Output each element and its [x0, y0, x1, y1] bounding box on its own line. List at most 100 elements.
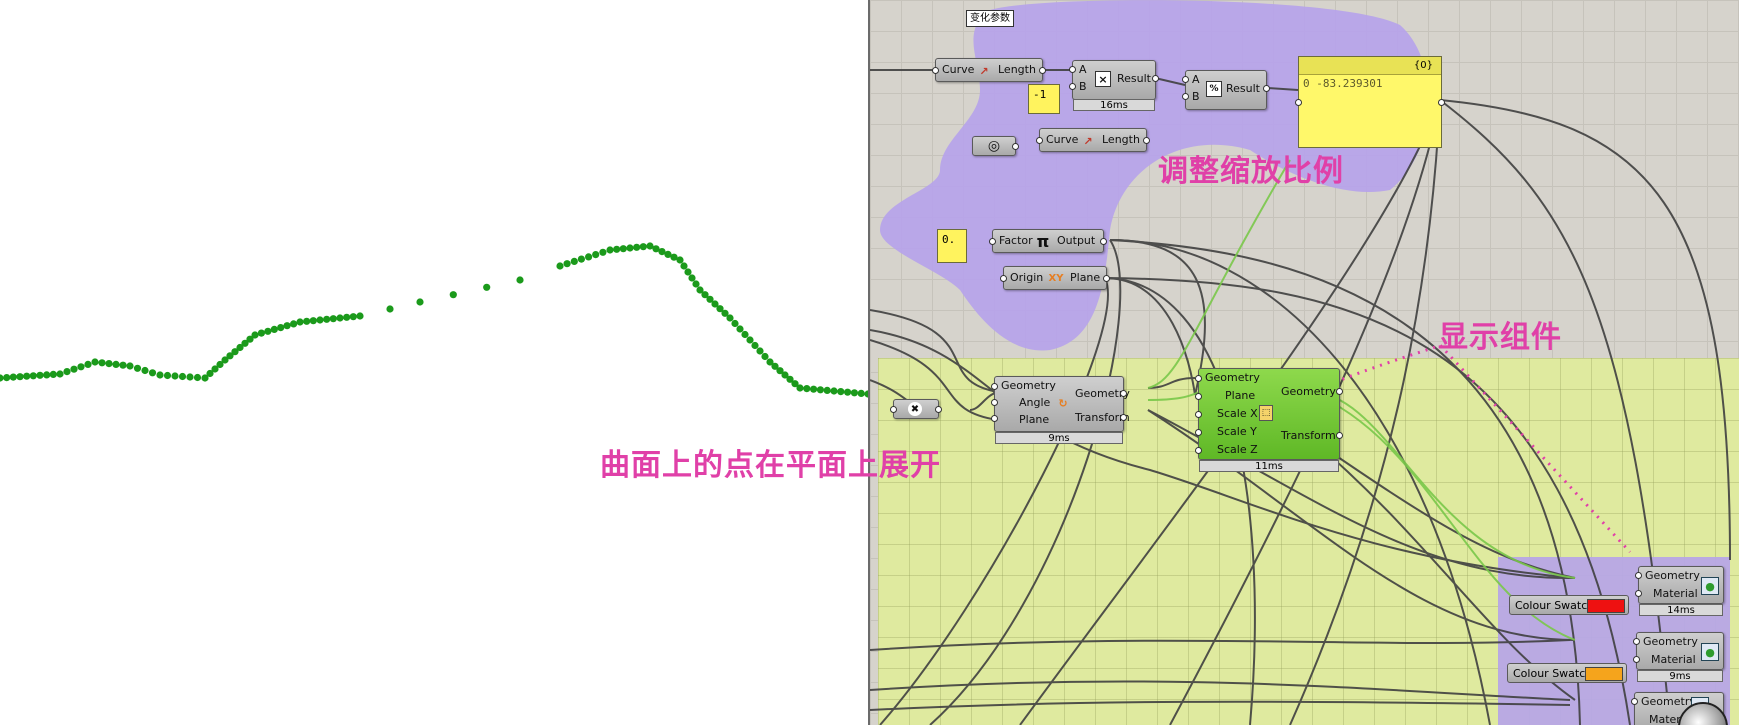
swatch-red-label: Colour Swatch [1515, 599, 1595, 612]
rotate-in-angle-label: Angle [1019, 396, 1051, 409]
rotate-component[interactable]: Geometry Angle Plane ↻ Geometry Transfor… [991, 376, 1130, 432]
curve-point [270, 325, 278, 333]
curve-point [613, 245, 621, 253]
scale-geometry-port[interactable] [1195, 375, 1202, 382]
curve-point [816, 386, 825, 394]
scale-y-port[interactable] [1195, 429, 1202, 436]
rotate-transform-out-port[interactable] [1120, 414, 1127, 421]
scale-in-geometry-label: Geometry [1205, 371, 1260, 384]
preview2-timer-text: 9ms [1669, 671, 1691, 682]
annotation-display: 显示组件 [1438, 312, 1562, 356]
colour-swatch-orange[interactable]: Colour Swatch [1507, 663, 1627, 683]
curve-point [416, 298, 424, 306]
multiply-timer: 16ms [1073, 99, 1155, 111]
scale-z-port[interactable] [1195, 447, 1202, 454]
curve-point [171, 372, 179, 380]
curve-point [283, 322, 291, 330]
scale-out-geometry-label: Geometry [1281, 385, 1336, 398]
curve-parameter[interactable]: ◎ [972, 136, 1019, 156]
multiply-timer-text: 16ms [1100, 100, 1128, 111]
xy-output-port[interactable] [1103, 275, 1110, 282]
length2-input-port[interactable] [1036, 137, 1043, 144]
preview1-material-label: Material [1653, 587, 1698, 600]
point-param-input-port[interactable] [890, 406, 897, 413]
number-slider-factor[interactable]: 0. [937, 229, 967, 263]
panel-output-port[interactable] [1438, 99, 1445, 106]
multiply-b-port[interactable] [1069, 83, 1076, 90]
preview2-material-port[interactable] [1633, 656, 1640, 663]
number-slider-negative[interactable]: -1 [1028, 84, 1060, 114]
output-panel[interactable]: {0} 0 -83.239301 [1295, 56, 1445, 148]
division-a-port[interactable] [1182, 76, 1189, 83]
curve-length-component-2[interactable]: Curve ↗ Length [1036, 128, 1150, 152]
scale-x-port[interactable] [1195, 411, 1202, 418]
curve-point [684, 268, 692, 276]
rotate-icon: ↻ [1058, 396, 1068, 410]
curve-point [251, 331, 259, 339]
curve-point [676, 256, 684, 264]
custom-preview-1[interactable]: Geometry Material ● [1635, 566, 1724, 604]
curve-point [606, 246, 614, 254]
division-output-port[interactable] [1263, 85, 1270, 92]
preview2-geometry-port[interactable] [1633, 638, 1640, 645]
rhino-viewport[interactable] [0, 0, 868, 725]
scale-in-y-label: Scale Y [1217, 425, 1257, 438]
preview1-geometry-port[interactable] [1635, 572, 1642, 579]
scale-plane-port[interactable] [1195, 393, 1202, 400]
curve-point [516, 276, 524, 284]
preview3-geometry-port[interactable] [1631, 698, 1638, 705]
curve-point [56, 370, 64, 378]
multiply-a-port[interactable] [1069, 66, 1076, 73]
curve-point [619, 245, 627, 253]
point-parameter[interactable]: ✖ [890, 399, 942, 419]
point-param-icon: ✖ [908, 402, 922, 416]
curve-point [63, 368, 71, 376]
preview2-material-label: Material [1651, 653, 1696, 666]
curve-point [9, 373, 17, 381]
xy-plane-component[interactable]: Origin XY Plane [1000, 266, 1110, 290]
pi-input-port[interactable] [989, 238, 996, 245]
length-icon: ↗ [979, 64, 989, 78]
curve-point [850, 389, 859, 397]
preview1-material-port[interactable] [1635, 590, 1642, 597]
rotate-plane-port[interactable] [991, 415, 998, 422]
length2-output-port[interactable] [1143, 137, 1150, 144]
scale-nu-component[interactable]: Geometry Plane Scale X Scale Y Scale Z ⬚… [1195, 368, 1343, 460]
scale-transform-out-port[interactable] [1336, 432, 1343, 439]
length-output-port[interactable] [1039, 67, 1046, 74]
custom-preview-2[interactable]: Geometry Material ● [1633, 632, 1724, 670]
length-input-port[interactable] [932, 67, 939, 74]
division-b-port[interactable] [1182, 93, 1189, 100]
pi-output-port[interactable] [1100, 238, 1107, 245]
panel-row: 0 -83.239301 [1303, 77, 1382, 90]
division-component[interactable]: A B % Result [1182, 70, 1270, 110]
length2-input-label: Curve [1046, 133, 1079, 146]
rotate-geometry-out-port[interactable] [1120, 390, 1127, 397]
multiply-component[interactable]: A B × Result [1069, 60, 1159, 100]
colour-swatch-red[interactable]: Colour Swatch [1509, 595, 1629, 615]
curve-length-component[interactable]: Curve ↗ Length [932, 58, 1046, 82]
point-param-output-port[interactable] [935, 406, 942, 413]
rotate-geometry-port[interactable] [991, 383, 998, 390]
length2-icon: ↗ [1083, 134, 1093, 148]
curve-point [751, 341, 759, 350]
curve-point [119, 361, 127, 369]
curve-point [91, 358, 99, 366]
curve-point [563, 260, 571, 268]
curve-param-output-port[interactable] [1012, 143, 1019, 150]
swatch-orange-label: Colour Swatch [1513, 667, 1593, 680]
curve-point [830, 387, 838, 395]
panel-index: 0 [1303, 77, 1310, 90]
scale-geometry-out-port[interactable] [1336, 388, 1343, 395]
xy-input-port[interactable] [1000, 275, 1007, 282]
curve-point [449, 291, 457, 299]
curve-point [193, 373, 202, 382]
grasshopper-canvas[interactable]: 变化参数 Curve ↗ Length A B × Result 16ms -1… [868, 0, 1739, 725]
panel-input-port[interactable] [1295, 99, 1302, 106]
curve-point [731, 319, 739, 328]
rotate-angle-port[interactable] [991, 399, 998, 406]
preview2-geometry-label: Geometry [1643, 635, 1698, 648]
xy-output-label: Plane [1070, 271, 1101, 284]
multiply-output-port[interactable] [1152, 75, 1159, 82]
pi-component[interactable]: Factor π Output [989, 229, 1107, 253]
